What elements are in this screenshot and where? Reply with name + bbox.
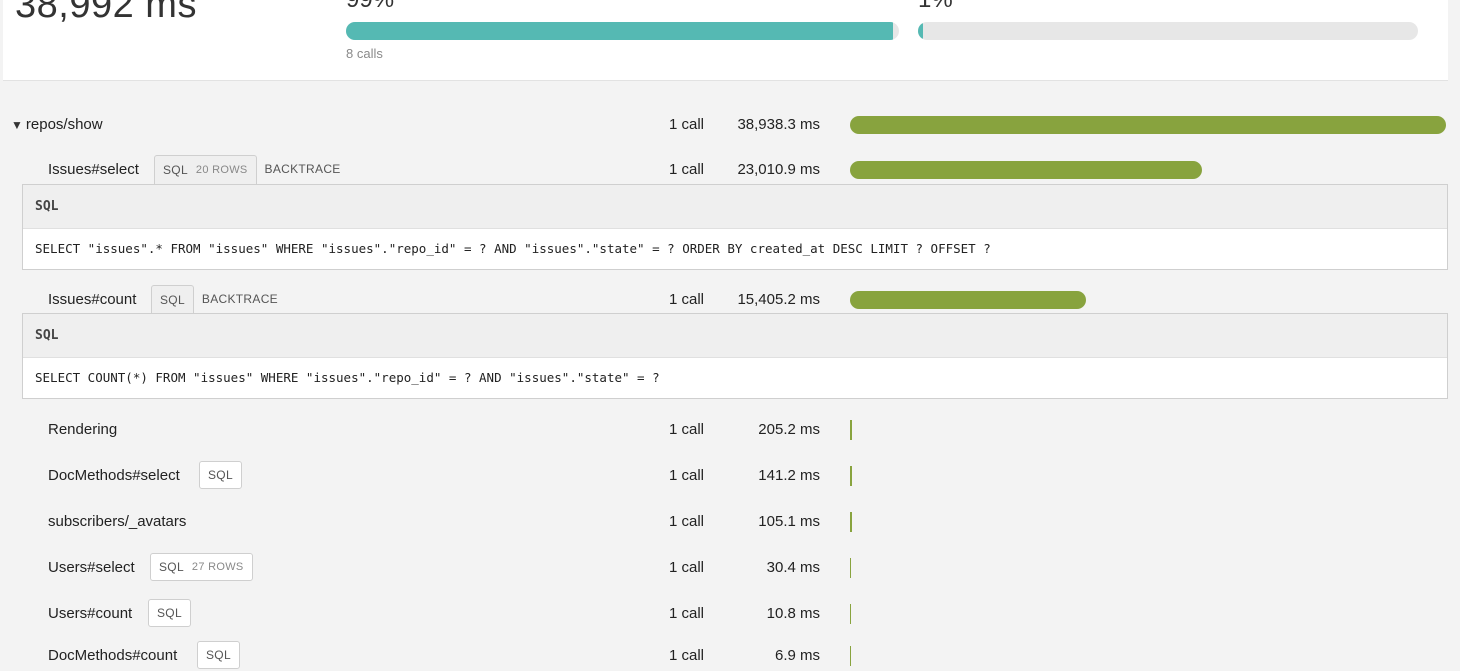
duration: 205.2 ms <box>758 421 820 438</box>
duration: 10.8 ms <box>766 605 820 622</box>
duration: 141.2 ms <box>758 467 820 484</box>
trace-row-name[interactable]: ▼ repos/show <box>11 116 103 133</box>
call-count: 1 call <box>668 291 704 308</box>
right-progress-bar <box>918 22 1418 40</box>
trace-row-subscribers-avatars: subscribers/_avatars 1 call 105.1 ms <box>0 507 1460 537</box>
total-time: 38,992 ms <box>15 0 197 26</box>
sql-query: SELECT "issues".* FROM "issues" WHERE "i… <box>35 241 991 256</box>
duration-tick <box>850 466 852 486</box>
right-progress-fill <box>918 22 923 40</box>
expand-triangle-icon[interactable]: ▼ <box>11 118 23 132</box>
detail-tabs: SQL <box>199 461 242 491</box>
call-count: 1 call <box>668 421 704 438</box>
sql-panel: SQL SELECT "issues".* FROM "issues" WHER… <box>22 184 1448 270</box>
detail-tabs: SQL BACKTRACE <box>151 285 286 315</box>
duration: 15,405.2 ms <box>737 291 820 308</box>
trace-row-name: Issues#select <box>48 161 139 178</box>
trace-row-name: Users#count <box>48 605 133 622</box>
call-count: 1 call <box>668 559 704 576</box>
duration-bar-track <box>850 161 1202 179</box>
trace-row-repos-show[interactable]: ▼ repos/show 1 call 38,938.3 ms <box>0 110 1460 140</box>
call-count: 1 call <box>668 467 704 484</box>
call-count: 1 call <box>668 647 704 664</box>
trace-row-users-count: Users#count SQL 1 call 10.8 ms <box>0 599 1460 629</box>
detail-tabs: SQL 27 ROWS <box>150 553 253 583</box>
trace-row-users-select: Users#select SQL 27 ROWS 1 call 30.4 ms <box>0 553 1460 583</box>
left-calls-count: 8 calls <box>346 46 383 61</box>
trace-row-docmethods-count: DocMethods#count SQL 1 call 6.9 ms <box>0 641 1460 671</box>
detail-tabs: SQL <box>197 641 240 671</box>
call-count: 1 call <box>668 161 704 178</box>
tab-sql[interactable]: SQL <box>197 641 240 669</box>
duration: 105.1 ms <box>758 513 820 530</box>
duration: 23,010.9 ms <box>737 161 820 178</box>
duration-bar <box>850 161 1202 179</box>
duration: 6.9 ms <box>774 647 820 664</box>
duration-tick <box>850 420 852 440</box>
duration-bar-track <box>850 116 1446 134</box>
call-count: 1 call <box>668 116 704 133</box>
rows-badge: 27 ROWS <box>191 561 244 573</box>
tab-sql[interactable]: SQL <box>199 461 242 489</box>
duration-bar <box>850 291 1086 309</box>
sql-panel: SQL SELECT COUNT(*) FROM "issues" WHERE … <box>22 313 1448 399</box>
sql-query: SELECT COUNT(*) FROM "issues" WHERE "iss… <box>35 370 660 385</box>
sql-panel-title: SQL <box>23 314 1447 358</box>
tab-sql[interactable]: SQL <box>148 599 191 627</box>
tab-backtrace[interactable]: BACKTRACE <box>194 285 286 313</box>
right-percentage: 1% <box>918 0 953 14</box>
trace-row-name: DocMethods#select <box>48 467 180 484</box>
trace-row-name: DocMethods#count <box>48 647 178 664</box>
call-count: 1 call <box>668 513 704 530</box>
duration-tick <box>850 512 852 532</box>
trace-row-name: subscribers/_avatars <box>48 513 187 530</box>
call-count: 1 call <box>668 605 704 622</box>
trace-row-docmethods-select: DocMethods#select SQL 1 call 141.2 ms <box>0 461 1460 491</box>
duration: 30.4 ms <box>766 559 820 576</box>
tab-sql[interactable]: SQL 27 ROWS <box>150 553 253 581</box>
left-progress-bar <box>346 22 899 40</box>
trace-row-name: Issues#count <box>48 291 137 308</box>
left-percentage: 99% <box>346 0 394 14</box>
left-progress-fill <box>346 22 894 40</box>
duration: 38,938.3 ms <box>737 116 820 133</box>
detail-tabs: SQL 20 ROWS BACKTRACE <box>154 155 349 185</box>
trace-row-issues-count: Issues#count SQL BACKTRACE 1 call 15,405… <box>0 285 1460 315</box>
trace-row-name: Users#select <box>48 559 135 576</box>
trace-row-rendering: Rendering 1 call 205.2 ms <box>0 415 1460 445</box>
detail-tabs: SQL <box>148 599 191 629</box>
duration-tick <box>850 604 851 624</box>
duration-tick <box>850 558 851 578</box>
duration-bar-track <box>850 291 1086 309</box>
duration-tick <box>850 646 851 666</box>
summary-card: 38,992 ms 99% 1% 8 calls <box>3 0 1448 81</box>
rows-badge: 20 ROWS <box>195 164 248 176</box>
sql-panel-title: SQL <box>23 185 1447 229</box>
tab-sql[interactable]: SQL <box>151 285 194 315</box>
tab-backtrace[interactable]: BACKTRACE <box>257 155 349 183</box>
trace-row-name: Rendering <box>48 421 118 438</box>
tab-sql[interactable]: SQL 20 ROWS <box>154 155 257 185</box>
trace-row-issues-select: Issues#select SQL 20 ROWS BACKTRACE 1 ca… <box>0 155 1460 185</box>
duration-bar <box>850 116 1446 134</box>
